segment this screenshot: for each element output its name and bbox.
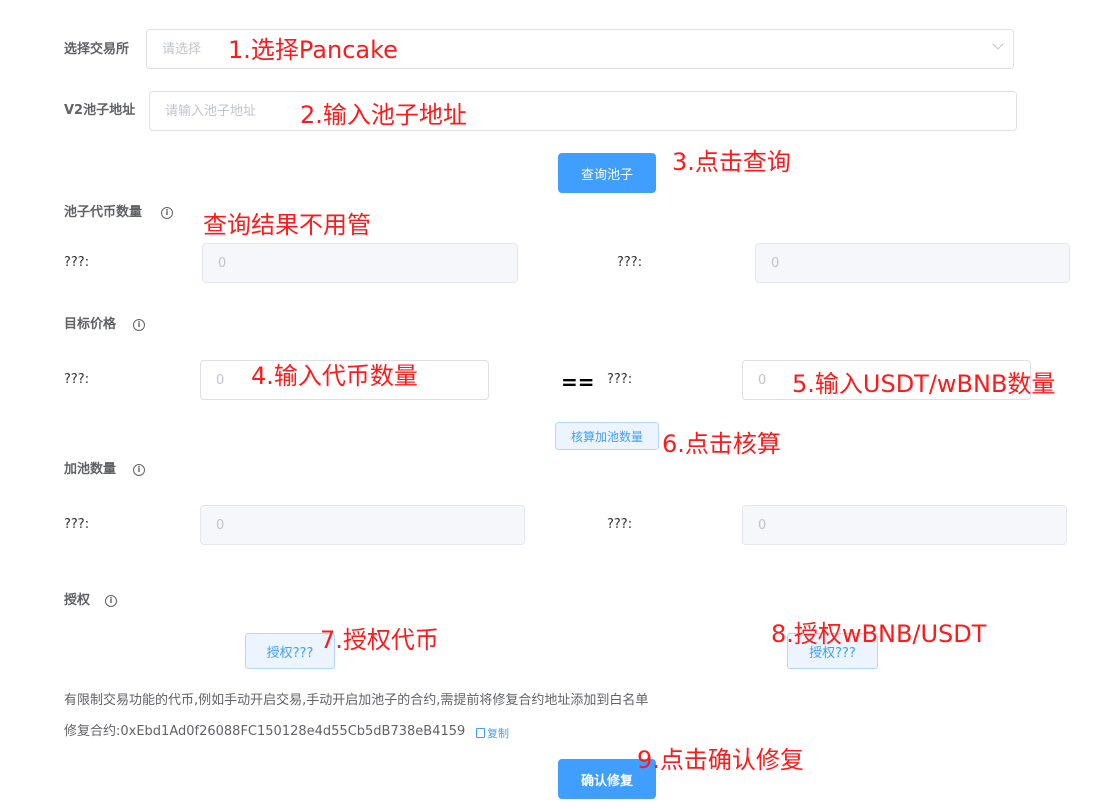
annotation-ignore-result: 查询结果不用管 <box>203 211 371 239</box>
target-price-label: 目标价格 <box>64 317 117 332</box>
pool-token-a-label: ???: <box>64 255 90 270</box>
copy-label: 复制 <box>487 727 509 740</box>
add-amount-label: 加池数量 <box>64 462 117 477</box>
info-icon: i <box>133 319 145 331</box>
info-icon: i <box>133 464 145 476</box>
pool-address-label: V2池子地址 <box>64 103 136 118</box>
authorize-label: 授权 <box>64 593 91 608</box>
annotation-step5: 5.输入USDT/wBNB数量 <box>792 370 1056 398</box>
annotation-step6: 6.点击核算 <box>662 430 781 458</box>
add-b-field <box>742 505 1067 545</box>
equals-sign: == <box>561 370 595 394</box>
annotation-step4: 4.输入代币数量 <box>251 362 418 390</box>
target-a-label: ???: <box>64 372 90 387</box>
pool-amount-label: 池子代币数量 <box>64 205 143 220</box>
pool-token-b-label: ???: <box>617 255 643 270</box>
repair-contract-address: 修复合约:0xEbd1Ad0f26088FC150128e4d55Cb5dB73… <box>64 724 466 739</box>
annotation-step3: 3.点击查询 <box>672 148 791 176</box>
annotation-step2: 2.输入池子地址 <box>300 101 467 129</box>
pool-token-b-field <box>755 243 1070 283</box>
calc-add-amount-button[interactable]: 核算加池数量 <box>555 422 659 450</box>
copy-link[interactable]: 复制 <box>476 725 509 741</box>
query-pool-button[interactable]: 查询池子 <box>558 153 656 193</box>
info-icon: i <box>105 595 117 607</box>
whitelist-note: 有限制交易功能的代币,例如手动开启交易,手动开启加池子的合约,需提前将修复合约地… <box>64 693 649 708</box>
annotation-step1: 1.选择Pancake <box>228 36 398 64</box>
annotation-step9: 9.点击确认修复 <box>637 746 804 774</box>
pool-token-a-field <box>202 243 518 283</box>
add-a-field <box>200 505 525 545</box>
annotation-step7: 7.授权代币 <box>320 626 439 654</box>
target-b-label: ???: <box>607 372 633 387</box>
exchange-label: 选择交易所 <box>64 42 130 57</box>
annotation-step8: 8.授权wBNB/USDT <box>771 620 987 648</box>
pool-address-input[interactable] <box>149 91 1017 131</box>
copy-icon <box>476 728 485 738</box>
add-a-label: ???: <box>64 517 90 532</box>
info-icon: i <box>161 207 173 219</box>
add-b-label: ???: <box>607 517 633 532</box>
